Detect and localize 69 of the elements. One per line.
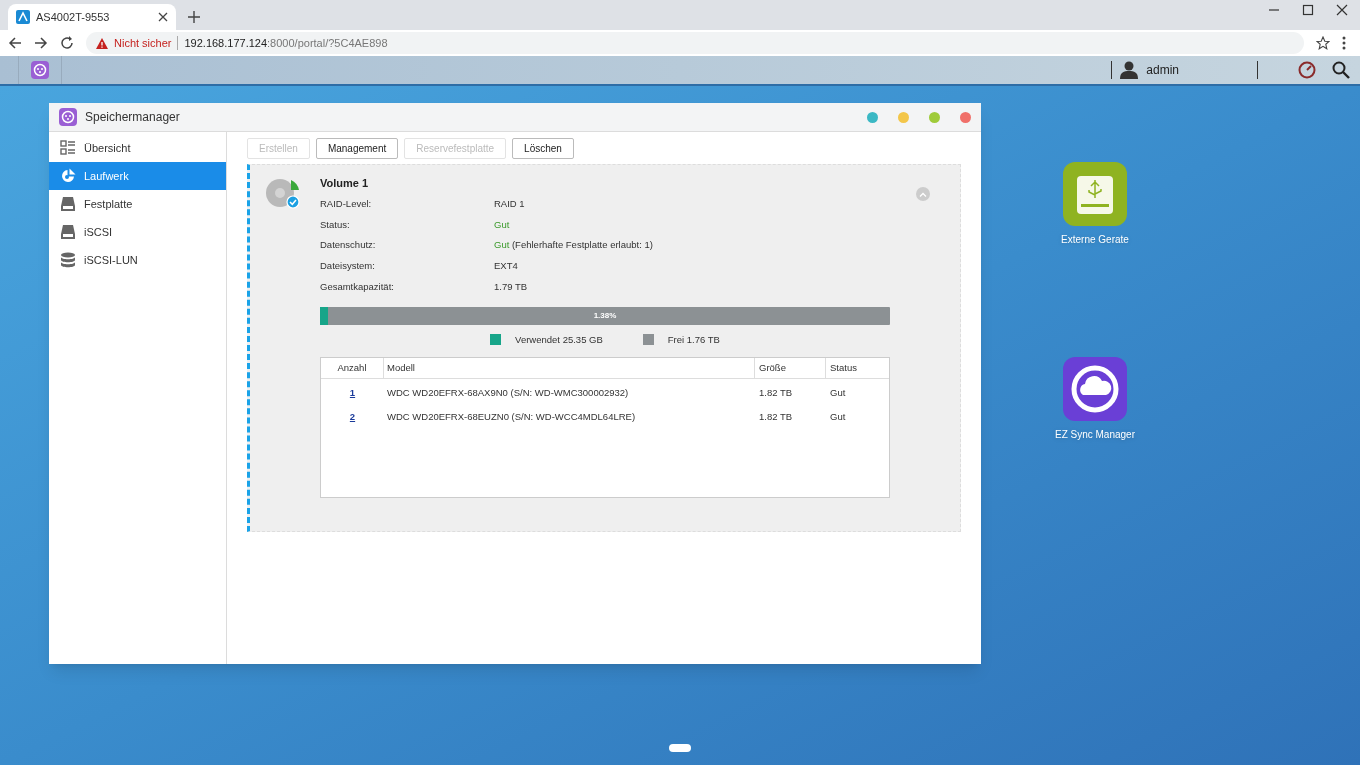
volume-icon	[265, 177, 301, 209]
sidebar-item[interactable]: Festplatte	[49, 190, 226, 218]
sidebar-item[interactable]: Übersicht	[49, 134, 226, 162]
drive-icon	[60, 196, 76, 212]
list-icon	[60, 140, 76, 156]
taskbar-app-button[interactable]	[18, 56, 62, 84]
property-label: Dateisystem:	[320, 258, 376, 273]
property-label: RAID-Level:	[320, 197, 373, 212]
chevron-up-icon	[919, 191, 927, 197]
close-icon[interactable]	[158, 12, 168, 22]
dock-handle[interactable]	[669, 744, 691, 752]
address-field[interactable]: Nicht sicher 192.168.177.124:8000/portal/?5C4AE898	[86, 32, 1304, 54]
property-label: Status:	[320, 217, 351, 232]
cloud-sync-icon[interactable]	[1063, 357, 1127, 421]
window-title: Speichermanager	[85, 109, 181, 126]
desktop-icon-label[interactable]: Externe Gerate	[1061, 232, 1129, 247]
column-header[interactable]: Status	[826, 357, 889, 378]
disk-link[interactable]: 1	[349, 386, 356, 398]
new-tab-icon[interactable]	[188, 11, 200, 23]
user-name[interactable]: admin	[1146, 61, 1179, 79]
disk-link[interactable]: 2	[349, 410, 356, 422]
database-icon	[60, 252, 76, 268]
forward-icon[interactable]	[34, 36, 48, 50]
drive-icon	[60, 224, 76, 240]
volume-title: Volume 1	[320, 177, 370, 189]
site-icon	[16, 10, 30, 24]
tab-title: AS4002T-9553	[36, 9, 111, 25]
property-value: EXT4	[494, 258, 518, 273]
property-label: Gesamtkapazität:	[320, 279, 395, 294]
pie-chart-icon	[60, 168, 76, 184]
back-icon[interactable]	[8, 36, 22, 50]
table-cell-text: Gut	[829, 409, 847, 424]
property-value: 1.79 TB	[494, 279, 528, 294]
browser-tab[interactable]: AS4002T-9553	[8, 4, 176, 30]
warning-icon	[96, 37, 108, 49]
table-cell-text: 1.82 TB	[758, 409, 794, 424]
property-label: Datenschutz:	[320, 238, 377, 253]
security-label: Nicht sicher	[114, 35, 172, 51]
property-value: Gut (Fehlerhafte Festplatte erlaubt: 1)	[494, 238, 653, 253]
column-header[interactable]: Anzahl	[321, 357, 384, 378]
sidebar-item[interactable]: Laufwerk	[49, 162, 226, 190]
storage-manager-icon	[59, 108, 77, 126]
storage-manager-icon	[31, 61, 49, 79]
table-cell-text: 1.82 TB	[758, 385, 794, 400]
property-value: Gut	[494, 217, 510, 232]
close-icon[interactable]	[1336, 4, 1348, 16]
usage-percent: 1.38%	[593, 309, 617, 322]
desktop-icon-label[interactable]: EZ Sync Manager	[1054, 427, 1135, 442]
search-icon[interactable]	[1332, 61, 1350, 79]
reload-icon[interactable]	[60, 36, 74, 50]
star-icon[interactable]	[1316, 36, 1330, 50]
usb-drive-icon[interactable]	[1063, 162, 1127, 226]
maximize-icon[interactable]	[1302, 4, 1314, 16]
sidebar-item[interactable]: iSCSI-LUN	[49, 246, 226, 274]
sidebar-item[interactable]: iSCSI	[49, 218, 226, 246]
property-value: RAID 1	[494, 197, 525, 212]
table-cell-text: WDC WD20EFRX-68EUZN0 (S/N: WD-WCC4MDL64LRE)	[386, 409, 637, 424]
toolbar-button[interactable]: Löschen	[512, 138, 574, 159]
column-header[interactable]: Modell	[384, 357, 755, 378]
more-icon[interactable]	[1342, 36, 1346, 50]
legend-label: Frei 1.76 TB	[667, 332, 720, 347]
toolbar-button[interactable]: Management	[315, 138, 399, 159]
user-icon[interactable]	[1120, 61, 1139, 79]
table-cell-text: WDC WD20EFRX-68AX9N0 (S/N: WD-WMC300002932)	[386, 385, 630, 400]
table-cell-text: Gut	[829, 385, 847, 400]
url-text: 192.168.177.124:8000/portal/?5C4AE898	[184, 35, 388, 51]
legend-label: Verwendet 25.35 GB	[515, 332, 603, 347]
gauge-icon[interactable]	[1298, 61, 1316, 79]
column-header[interactable]: Größe	[755, 357, 826, 378]
